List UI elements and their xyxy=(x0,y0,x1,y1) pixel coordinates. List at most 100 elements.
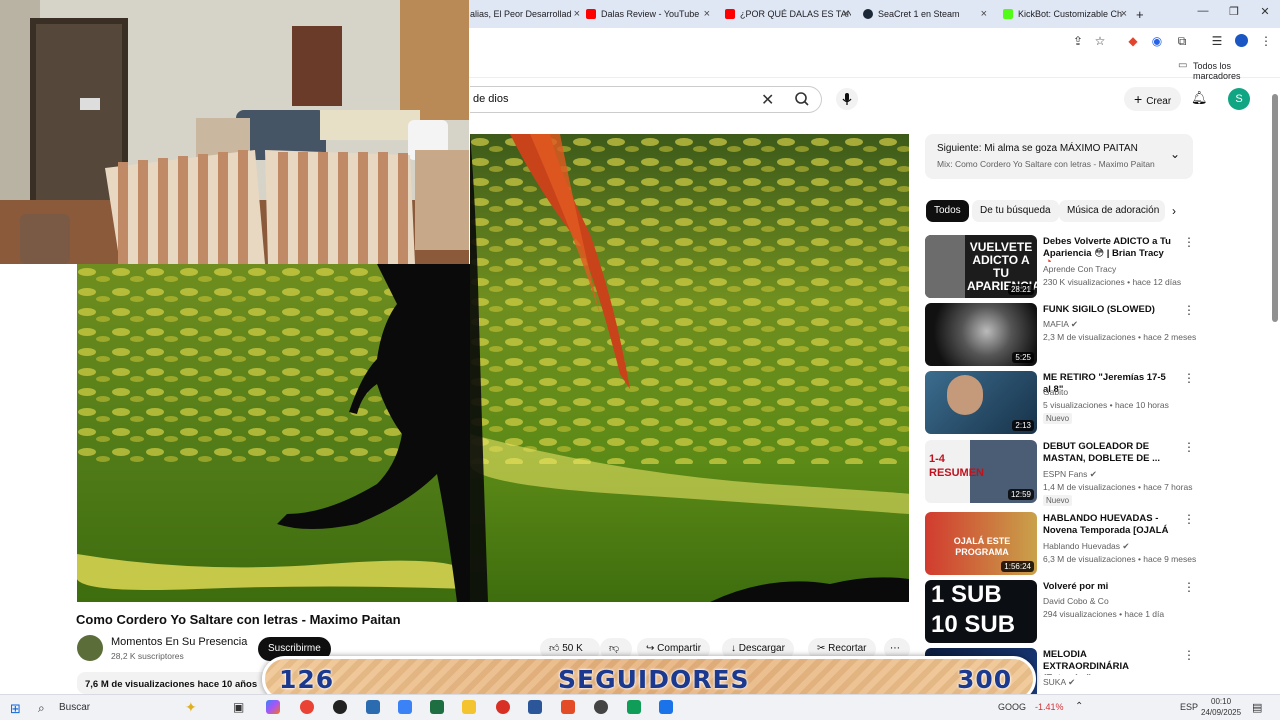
translate-icon[interactable]: ◉ xyxy=(1149,34,1165,48)
app-icon[interactable] xyxy=(333,700,347,714)
new-tab-button[interactable]: + xyxy=(1136,3,1150,25)
excel-app-icon[interactable] xyxy=(430,700,444,714)
taskbar-search-input[interactable]: Buscar xyxy=(59,702,90,713)
bookmark-star-icon[interactable]: ☆ xyxy=(1092,34,1108,48)
maximize-icon[interactable]: ❐ xyxy=(1224,5,1244,18)
search-button[interactable] xyxy=(783,86,823,113)
more-options-icon[interactable]: ⋮ xyxy=(1183,580,1195,594)
video-thumbnail[interactable]: 1 SUB 10 SUB xyxy=(925,580,1037,643)
tray-chevron-up-icon[interactable]: ⌃ xyxy=(1075,701,1083,712)
voice-search-button[interactable] xyxy=(836,88,858,110)
video-thumbnail[interactable]: OJALÁ ESTE PROGRAMA 1:56:24 xyxy=(925,512,1037,575)
search-input[interactable]: de dios ✕ xyxy=(470,86,822,113)
app-icon[interactable] xyxy=(627,700,641,714)
clear-search-icon[interactable]: ✕ xyxy=(761,90,774,110)
recommendation-item[interactable]: OJALÁ ESTE PROGRAMA 1:56:24 HABLANDO HUE… xyxy=(925,512,1196,575)
create-label: Crear xyxy=(1146,96,1172,107)
chevron-right-icon[interactable]: › xyxy=(1172,204,1176,218)
channel-avatar[interactable] xyxy=(77,635,103,661)
rec-meta: 230 K visualizaciones • hace 12 días xyxy=(1043,277,1182,287)
more-options-icon[interactable]: ⋮ xyxy=(1183,371,1195,385)
rec-channel[interactable]: MAFIA ✔ xyxy=(1043,319,1078,330)
extensions-puzzle-icon[interactable]: ⧉ xyxy=(1174,34,1190,49)
recommendation-item[interactable]: 1 SUB 10 SUB Volveré por mi David Cobo &… xyxy=(925,580,1195,643)
word-app-icon[interactable] xyxy=(528,700,542,714)
app-icon[interactable] xyxy=(561,700,575,714)
browser-tab[interactable]: SeaCret 1 en Steam × xyxy=(863,3,989,25)
youtube-icon xyxy=(586,9,596,19)
all-bookmarks-link[interactable]: Todos los marcadores xyxy=(1193,61,1280,81)
language-indicator[interactable]: ESP xyxy=(1180,702,1198,712)
video-thumbnail[interactable]: 1-4 RESUMEN 12:59 xyxy=(925,440,1037,503)
thumbs-down-icon: 👎︎ xyxy=(609,643,620,654)
stock-change: -1.41% xyxy=(1035,702,1064,712)
app-icon[interactable] xyxy=(594,700,608,714)
notification-center-icon[interactable]: ▤ xyxy=(1252,701,1262,714)
clock-date[interactable]: 24/09/2025 xyxy=(1201,708,1241,717)
channel-name[interactable]: Momentos En Su Presencia xyxy=(111,636,247,648)
minimize-icon[interactable]: — xyxy=(1193,5,1213,17)
close-tab-icon[interactable]: × xyxy=(843,8,849,20)
rec-channel[interactable]: Aprende Con Tracy xyxy=(1043,264,1116,274)
browser-menu-icon[interactable]: ⋮ xyxy=(1258,34,1274,48)
more-options-icon[interactable]: ⋮ xyxy=(1183,440,1195,454)
rec-channel[interactable]: Gabito xyxy=(1043,387,1068,397)
browser-tab[interactable]: KickBot: Customizable Ch × xyxy=(1003,3,1129,25)
chip-worship-music[interactable]: Música de adoración xyxy=(1059,200,1165,222)
windows-start-icon[interactable]: ⊞ xyxy=(10,701,21,717)
video-player[interactable] xyxy=(470,134,909,602)
app-icon[interactable] xyxy=(398,700,412,714)
profile-icon[interactable] xyxy=(1233,34,1249,50)
browser-tab[interactable]: ¿POR QUÉ DALAS ES TAN × xyxy=(725,3,851,25)
folder-app-icon[interactable] xyxy=(462,700,476,714)
recommendation-item[interactable]: 5:25 FUNK SIGILO (SLOWED) MAFIA ✔ 2,3 M … xyxy=(925,303,1196,366)
close-tab-icon[interactable]: × xyxy=(574,8,580,20)
rec-channel[interactable]: David Cobo & Co xyxy=(1043,596,1109,606)
close-tab-icon[interactable]: × xyxy=(704,8,710,20)
close-tab-icon[interactable]: × xyxy=(1121,8,1127,20)
video-thumbnail[interactable]: 2:13 xyxy=(925,371,1037,434)
close-window-icon[interactable]: ✕ xyxy=(1255,5,1275,18)
download-icon: ↓ xyxy=(731,643,736,654)
recommendation-item[interactable]: 2:13 ME RETIRO "Jeremías 17-5 al 8" Gabi… xyxy=(925,371,1195,434)
chevron-down-icon[interactable]: ⌄ xyxy=(1170,147,1180,161)
video-thumbnail[interactable]: VUELVETE ADICTO A TU APARIENCIA 28:21 xyxy=(925,235,1037,298)
chip-all[interactable]: Todos xyxy=(926,200,969,222)
install-app-icon[interactable]: ⇪ xyxy=(1070,34,1086,48)
chip-from-search[interactable]: De tu búsqueda xyxy=(972,200,1059,222)
rec-channel[interactable]: SUKA ✔ xyxy=(1043,677,1075,688)
video-player-left[interactable] xyxy=(77,264,470,602)
up-next-panel[interactable]: Siguiente: Mi alma se goza MÁXIMO PAITAN… xyxy=(925,134,1193,179)
more-options-icon[interactable]: ⋮ xyxy=(1183,235,1195,249)
reading-list-icon[interactable]: ☰ xyxy=(1209,34,1225,48)
more-options-icon[interactable]: ⋮ xyxy=(1183,648,1195,662)
task-view-icon[interactable]: ▣ xyxy=(233,700,244,714)
rec-channel[interactable]: Hablando Huevadas ✔ xyxy=(1043,541,1130,552)
clock-time[interactable]: 00:10 xyxy=(1211,697,1231,706)
scissors-icon: ✂ xyxy=(817,643,826,654)
create-button[interactable]: + Crear xyxy=(1124,87,1182,111)
browser-tab[interactable]: Dalas Review - YouTube × xyxy=(586,3,712,25)
more-options-icon[interactable]: ⋮ xyxy=(1183,512,1195,526)
search-icon xyxy=(795,92,809,106)
like-count: 50 K xyxy=(562,643,583,654)
followers-label: SEGUIDORES xyxy=(558,665,750,694)
close-tab-icon[interactable]: × xyxy=(981,8,987,20)
recommendation-item[interactable]: VUELVETE ADICTO A TU APARIENCIA 28:21 De… xyxy=(925,235,1195,298)
copilot-app-icon[interactable] xyxy=(266,700,280,714)
kickbot-icon xyxy=(1003,9,1013,19)
notifications-bell-icon[interactable]: 🔔︎ xyxy=(1191,90,1208,106)
browser-tab[interactable]: alias, El Peor Desarrollad × xyxy=(470,3,582,25)
app-icon[interactable] xyxy=(366,700,380,714)
video-thumbnail[interactable]: 5:25 xyxy=(925,303,1037,366)
chrome-app-icon[interactable] xyxy=(300,700,314,714)
app-icon[interactable] xyxy=(496,700,510,714)
recommendation-item[interactable]: 1-4 RESUMEN 12:59 DEBUT GOLEADOR DE MAST… xyxy=(925,440,1195,506)
app-icon[interactable] xyxy=(659,700,673,714)
page-scrollbar[interactable] xyxy=(1272,94,1278,322)
avatar[interactable]: S xyxy=(1228,88,1250,110)
share-icon: ↪ xyxy=(646,643,655,654)
extension-icon[interactable]: ◆ xyxy=(1125,34,1141,48)
more-options-icon[interactable]: ⋮ xyxy=(1183,303,1195,317)
rec-channel[interactable]: ESPN Fans ✔ xyxy=(1043,469,1097,480)
